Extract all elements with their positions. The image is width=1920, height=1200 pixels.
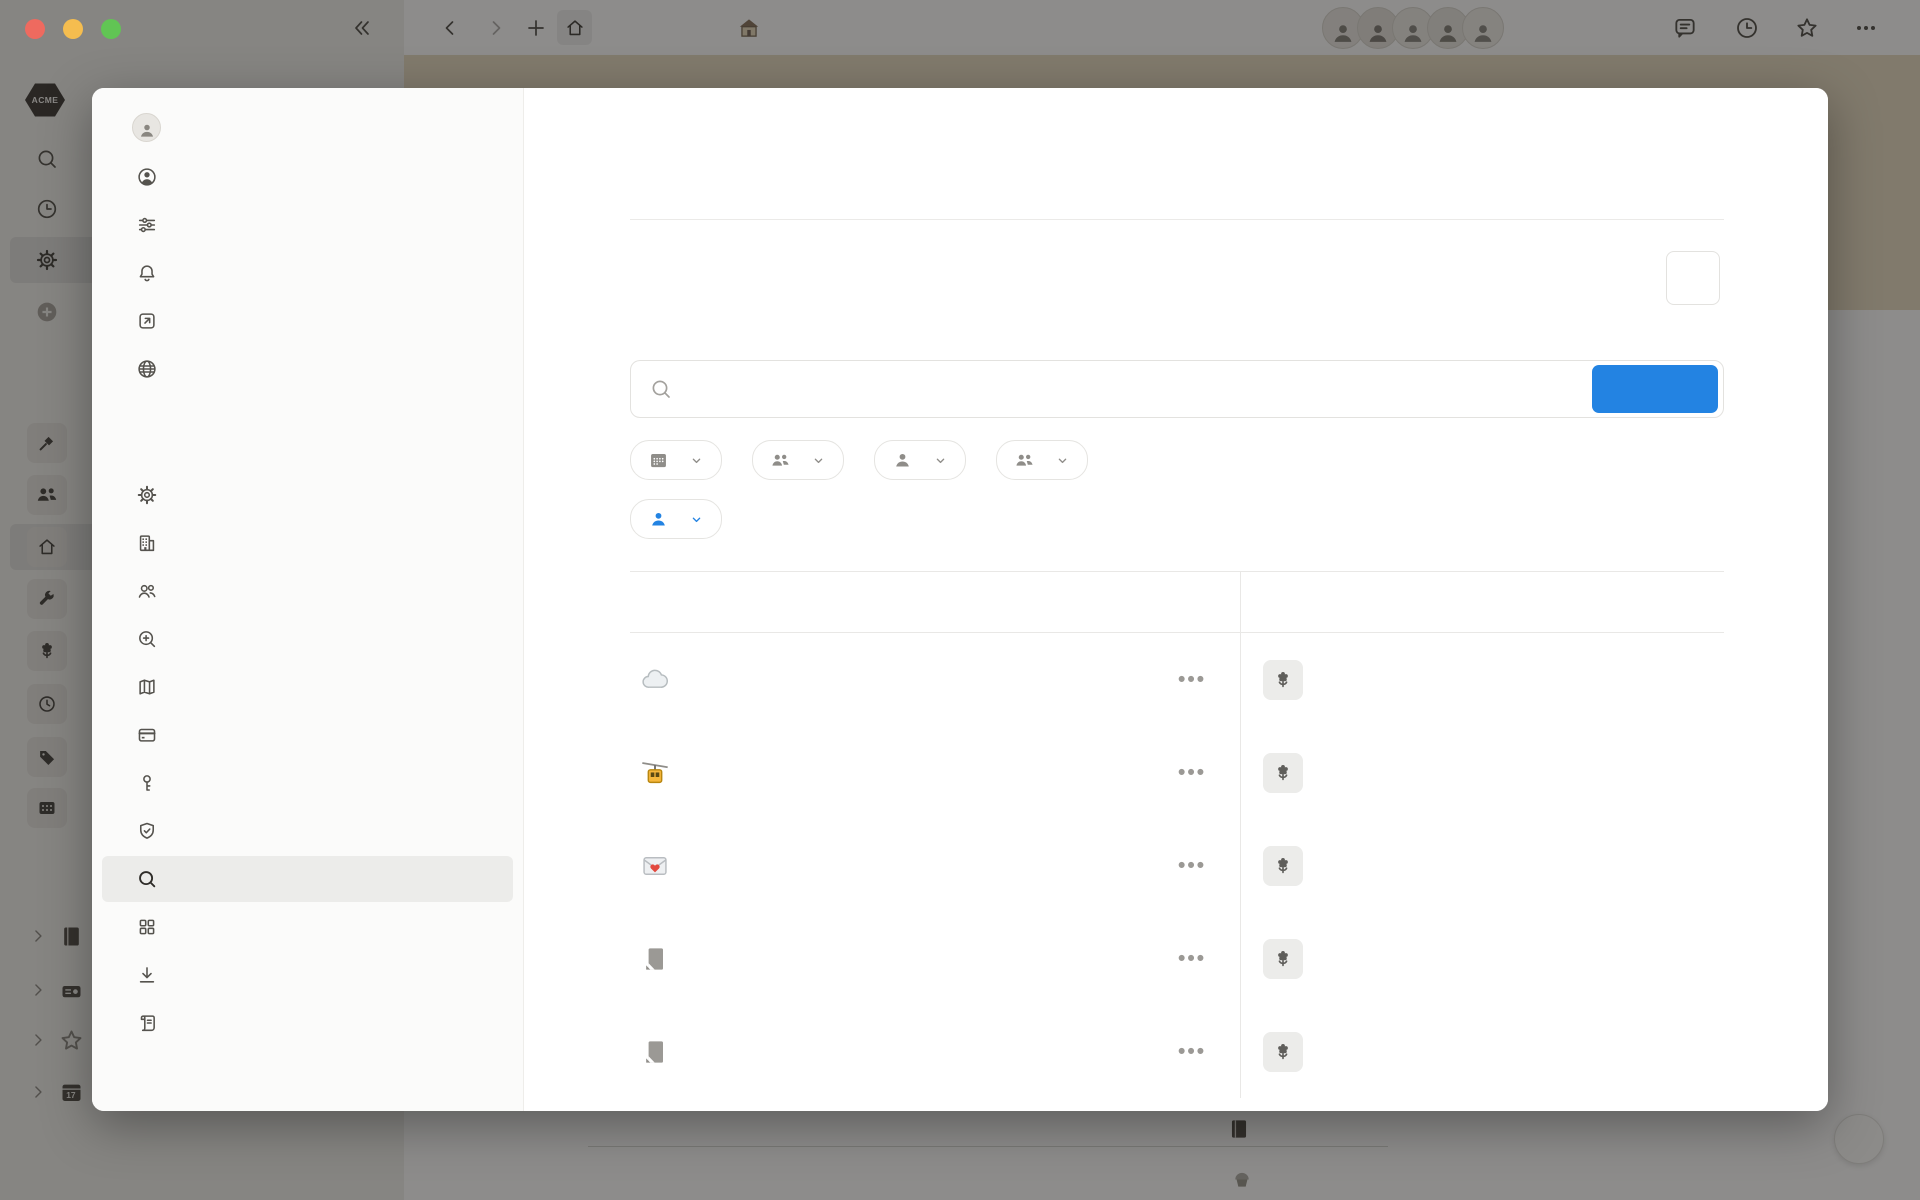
window-controls: [25, 19, 121, 39]
search-icon: [649, 377, 673, 401]
content-search-bar: [630, 360, 1724, 418]
settings-nav-settings[interactable]: [102, 472, 513, 518]
settings-nav-my-connections[interactable]: [102, 298, 513, 344]
flower-icon: [1263, 846, 1303, 886]
settings-nav-audit-log[interactable]: [102, 1000, 513, 1046]
scroll-icon: [136, 1012, 158, 1034]
settings-nav-content-search[interactable]: [102, 856, 513, 902]
page-icon: [639, 1036, 671, 1068]
chevron-down-icon: [933, 453, 948, 468]
account-email-row: [92, 102, 523, 152]
settings-nav-my-settings[interactable]: [102, 202, 513, 248]
settings-nav-connections[interactable]: [102, 904, 513, 950]
chevron-down-icon: [689, 512, 704, 527]
settings-nav-security[interactable]: [102, 760, 513, 806]
shield-check-icon: [136, 820, 158, 842]
members-icon: [136, 580, 158, 602]
minimize-window-button[interactable]: [63, 19, 83, 39]
table-row[interactable]: •••: [630, 912, 1724, 1005]
row-actions-icon[interactable]: •••: [1178, 1040, 1206, 1064]
settings-sidebar: [92, 88, 524, 1111]
page-icon: [639, 943, 671, 975]
love-letter-emoji: [639, 850, 671, 882]
flower-icon: [1263, 753, 1303, 793]
table-row[interactable]: •••: [630, 819, 1724, 912]
bell-icon: [136, 262, 158, 284]
sliders-icon: [136, 214, 158, 236]
settings-nav-plans[interactable]: [102, 664, 513, 710]
calendar-icon: [648, 450, 669, 471]
tramway-emoji: [639, 757, 671, 789]
arrow-out-icon: [136, 310, 158, 332]
workspace-section-label: [92, 434, 523, 464]
settings-nav-import[interactable]: [102, 952, 513, 998]
settings-nav-billing[interactable]: [102, 712, 513, 758]
zoom-window-button[interactable]: [101, 19, 121, 39]
settings-modal: ••• •••: [92, 88, 1828, 1111]
table-row[interactable]: •••: [630, 1005, 1724, 1098]
gear-icon: [136, 484, 158, 506]
flower-icon: [1263, 1032, 1303, 1072]
flower-icon: [1263, 660, 1303, 700]
person-icon: [648, 509, 669, 530]
table-row[interactable]: •••: [630, 726, 1724, 819]
filter-created-on[interactable]: [630, 440, 722, 480]
results-table: ••• •••: [630, 571, 1724, 1098]
filter-audience[interactable]: [996, 440, 1088, 480]
user-avatar: [132, 113, 161, 142]
building-icon: [136, 532, 158, 554]
settings-nav-analytics[interactable]: [102, 616, 513, 662]
settings-nav-teamspaces[interactable]: [102, 520, 513, 566]
export-results-button[interactable]: [1666, 251, 1720, 305]
filter-shared-with[interactable]: [874, 440, 966, 480]
cloud-emoji: [639, 664, 671, 696]
search-input[interactable]: [685, 377, 1723, 402]
flower-icon: [1263, 939, 1303, 979]
credit-card-icon: [136, 724, 158, 746]
search-button[interactable]: [1592, 365, 1718, 413]
filter-created-by[interactable]: [630, 499, 722, 539]
grid4-icon: [136, 916, 158, 938]
column-divider: [1240, 571, 1241, 1098]
row-actions-icon[interactable]: •••: [1178, 761, 1206, 785]
row-actions-icon[interactable]: •••: [1178, 668, 1206, 692]
chevron-down-icon: [811, 453, 826, 468]
person-circle-icon: [136, 166, 158, 188]
row-actions-icon[interactable]: •••: [1178, 854, 1206, 878]
settings-nav-language-region[interactable]: [102, 346, 513, 392]
filter-chip-row-2: [630, 499, 722, 539]
search-icon: [136, 868, 158, 890]
title-divider: [630, 219, 1724, 220]
filter-teamspace[interactable]: [752, 440, 844, 480]
map-icon: [136, 676, 158, 698]
filter-chip-row: [630, 440, 1088, 480]
people-duo-icon: [1014, 450, 1035, 471]
chevron-down-icon: [1055, 453, 1070, 468]
globe-icon: [136, 358, 158, 380]
table-row[interactable]: •••: [630, 633, 1724, 726]
settings-nav-identity-provisioning[interactable]: [102, 808, 513, 854]
person-icon: [892, 450, 913, 471]
settings-nav-my-notifications[interactable]: [102, 250, 513, 296]
settings-nav-my-account[interactable]: [102, 154, 513, 200]
row-actions-icon[interactable]: •••: [1178, 947, 1206, 971]
content-search-panel: ••• •••: [524, 88, 1828, 1111]
import-icon: [136, 964, 158, 986]
chevron-down-icon: [689, 453, 704, 468]
magnifier-plus-icon: [136, 628, 158, 650]
results-table-inner: ••• •••: [630, 571, 1724, 1098]
key-icon: [136, 772, 158, 794]
close-window-button[interactable]: [25, 19, 45, 39]
settings-nav-members[interactable]: [102, 568, 513, 614]
people-duo-icon: [770, 450, 791, 471]
table-header: [630, 571, 1724, 633]
